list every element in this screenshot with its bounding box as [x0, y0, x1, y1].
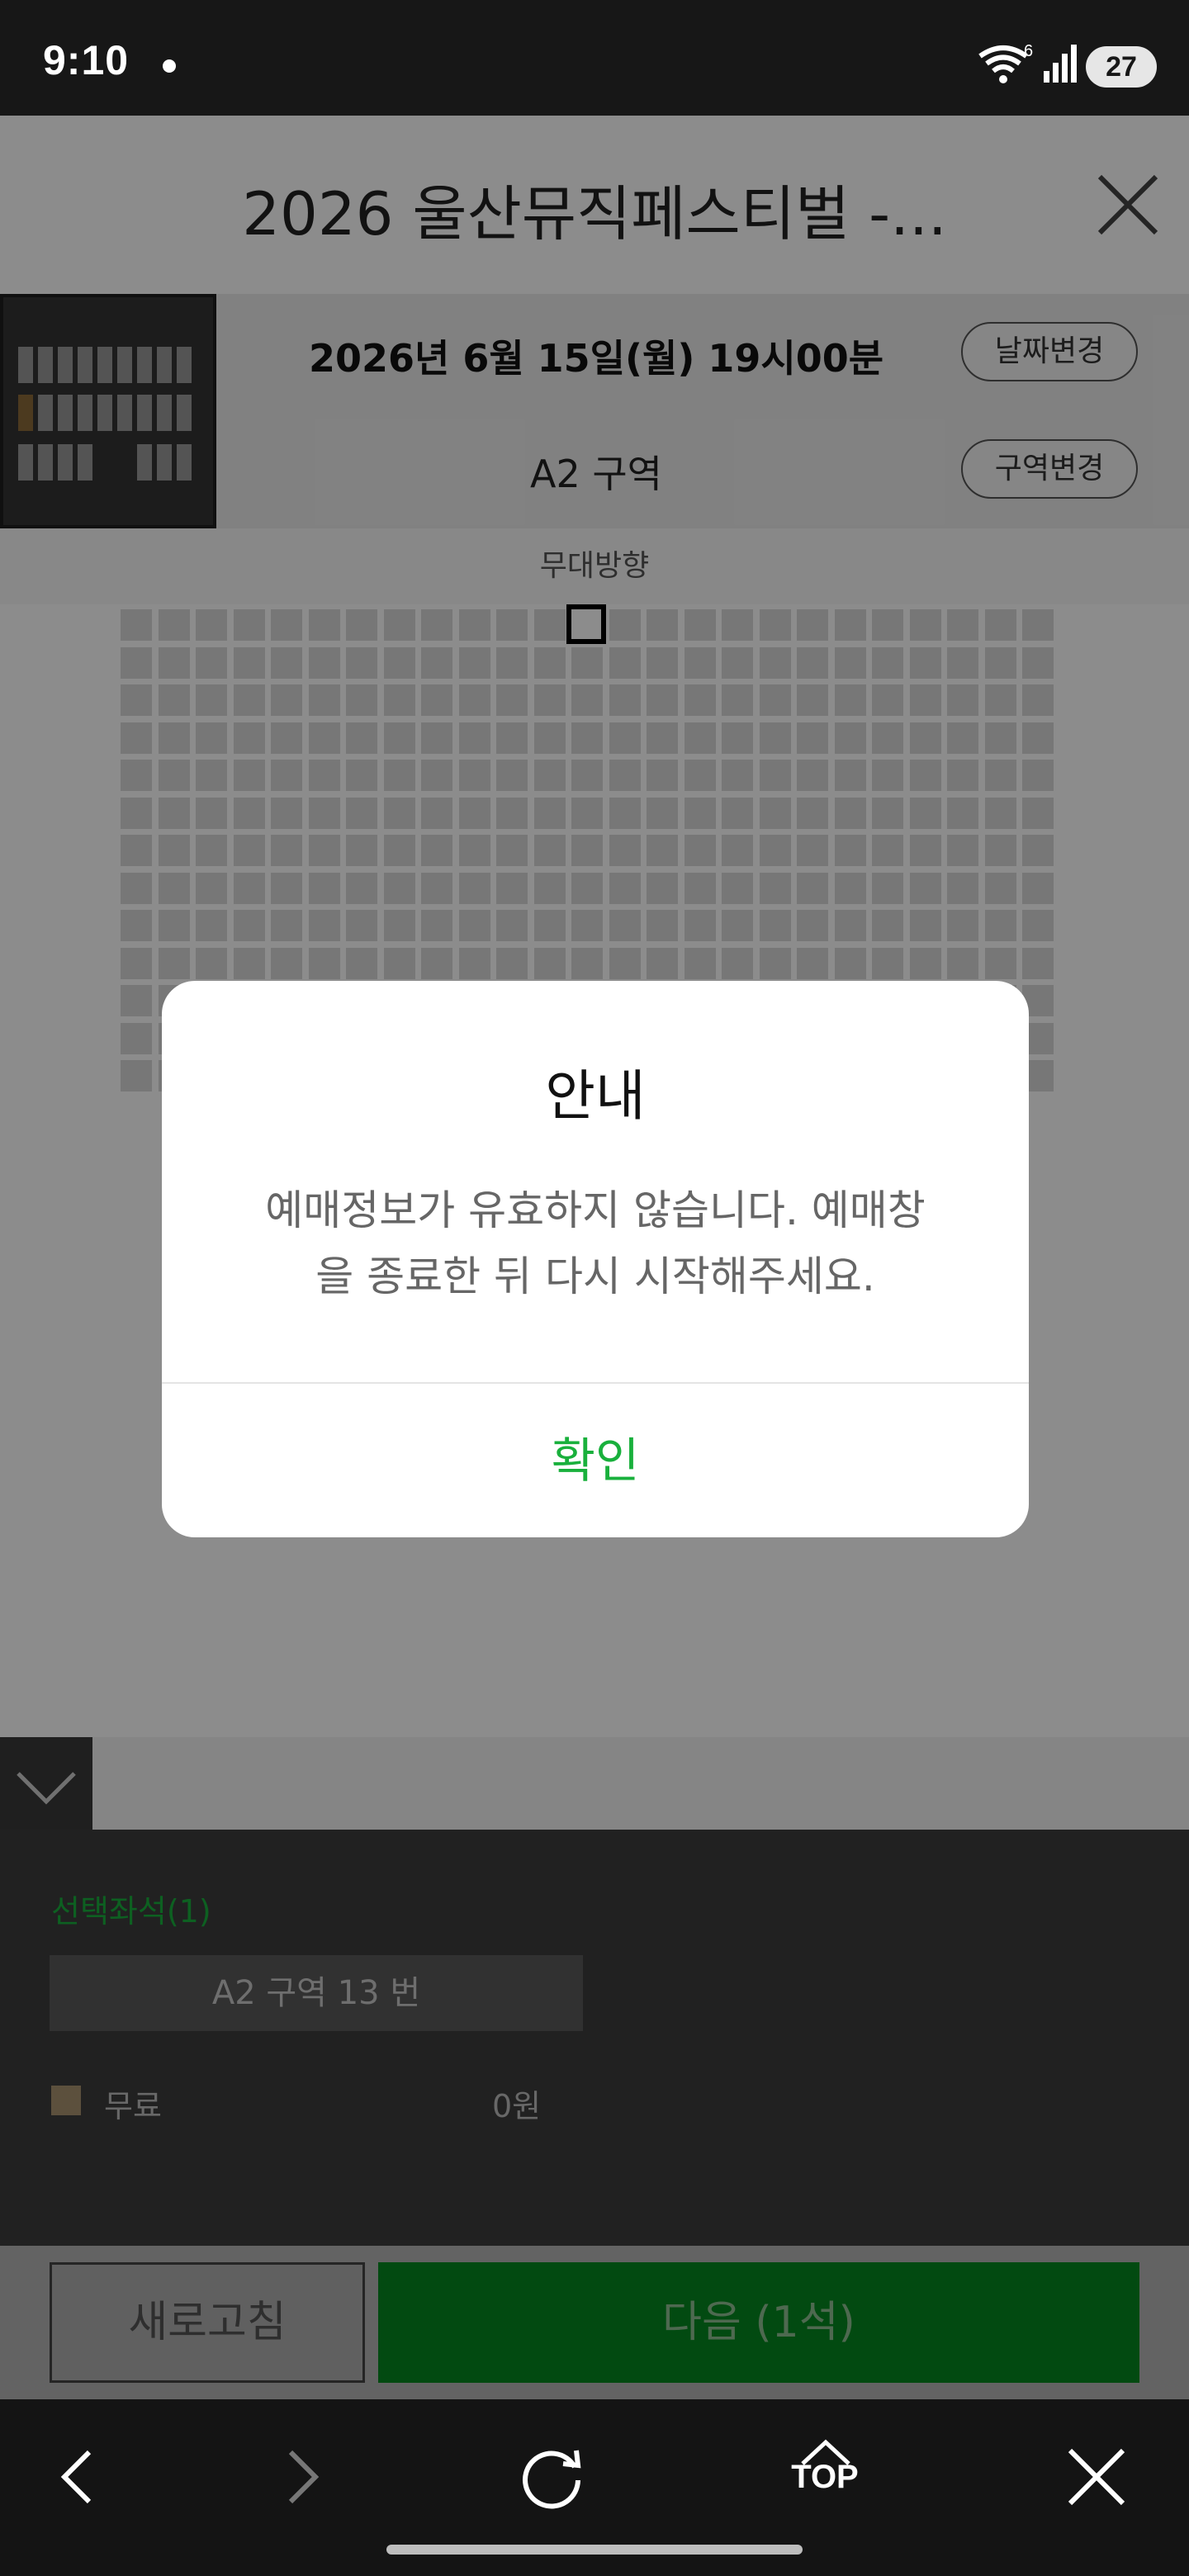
- status-bar: 9:10 6 27: [0, 0, 1189, 116]
- wifi-icon: 6: [978, 43, 1033, 83]
- forward-arrow-icon[interactable]: [251, 2427, 350, 2526]
- signal-icon: [1044, 45, 1077, 83]
- reload-icon[interactable]: [502, 2427, 601, 2526]
- status-time: 9:10: [43, 37, 130, 83]
- dialog-message: 예매정보가 유효하지 않습니다. 예매창 을 종료한 뒤 다시 시작해주세요.: [211, 1177, 979, 1309]
- dialog-message-line-2: 을 종료한 뒤 다시 시작해주세요.: [315, 1252, 875, 1300]
- dialog-title: 안내: [545, 1064, 646, 1128]
- wifi-badge: 6: [1024, 43, 1033, 60]
- scroll-top-label[interactable]: TOP: [779, 2459, 870, 2496]
- notification-dot: [163, 59, 176, 73]
- alert-dialog: 안내 예매정보가 유효하지 않습니다. 예매창 을 종료한 뒤 다시 시작해주세…: [162, 981, 1029, 1537]
- confirm-button[interactable]: 확인: [162, 1384, 1029, 1537]
- battery-indicator: 27: [1086, 46, 1157, 88]
- dialog-message-line-1: 예매정보가 유효하지 않습니다. 예매창: [265, 1186, 926, 1234]
- home-indicator: [386, 2545, 803, 2555]
- close-browser-icon[interactable]: [1047, 2427, 1146, 2526]
- back-arrow-icon[interactable]: [30, 2427, 129, 2526]
